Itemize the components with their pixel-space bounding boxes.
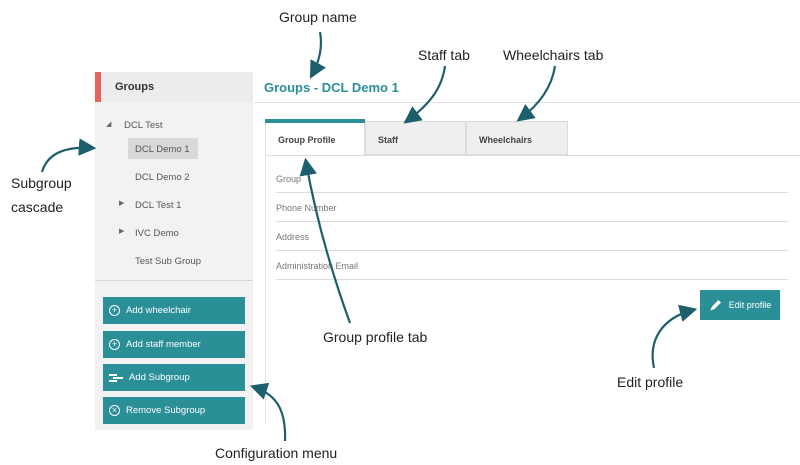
subgroup-cascade-arrow xyxy=(40,138,97,173)
configuration-menu-arrow xyxy=(249,382,287,442)
staff-tab-arrow xyxy=(403,65,447,124)
group-name-arrow xyxy=(309,31,327,79)
wheelchairs-tab-arrow xyxy=(516,65,557,122)
annotation-arrows xyxy=(40,31,698,442)
group-profile-tab-arrow xyxy=(299,157,352,324)
edit-profile-arrow xyxy=(651,304,698,369)
